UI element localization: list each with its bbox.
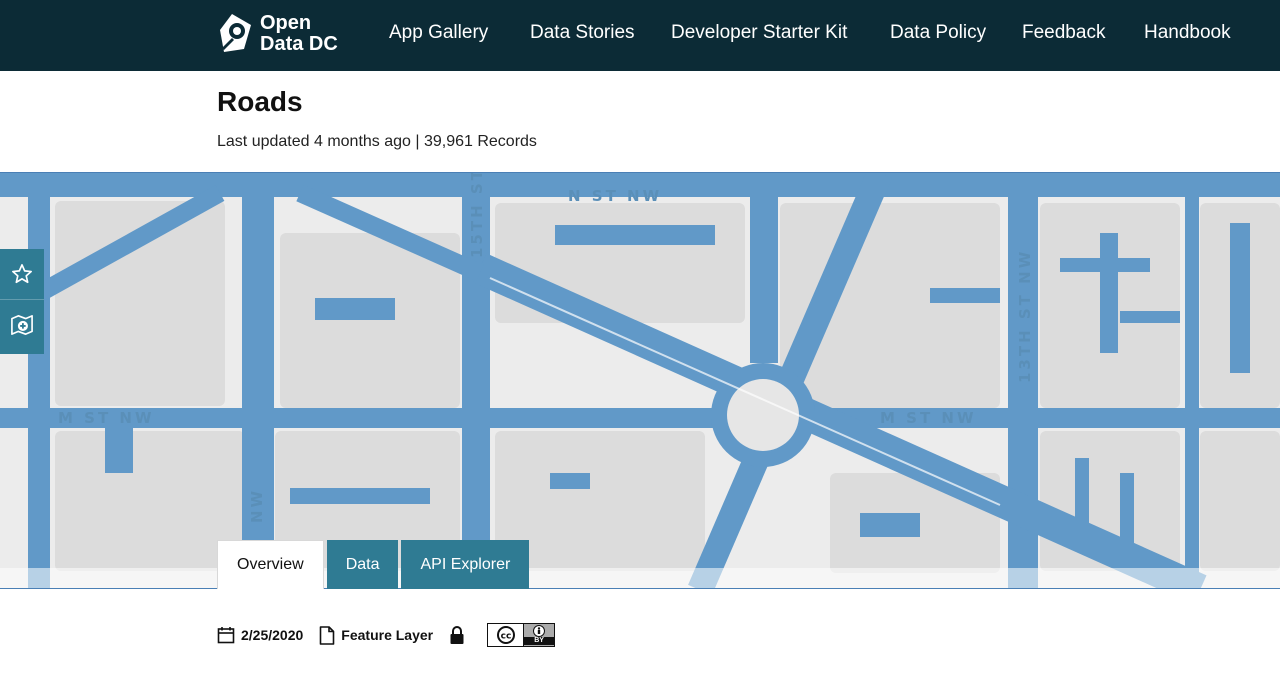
map-label-nw: NW [248, 488, 266, 523]
calendar-icon [217, 627, 235, 644]
cc-attribution: BY [524, 624, 555, 646]
favorite-button[interactable] [0, 249, 44, 299]
logo-text-line1: Open [260, 12, 312, 34]
open-data-dc-logo[interactable]: Open Data DC [218, 12, 338, 56]
map-bottom-fade [0, 568, 1280, 588]
nav-handbook[interactable]: Handbook [1144, 22, 1231, 44]
top-navigation: Open Data DC App Gallery Data Stories De… [0, 0, 1280, 71]
info-date-text: 2/25/2020 [241, 627, 304, 643]
road-map: N ST NW M ST NW M ST NW 15TH ST 13TH ST … [0, 173, 1280, 588]
tab-overview[interactable]: Overview [217, 540, 324, 589]
info-type: Feature Layer [319, 625, 434, 645]
nav-developer-starter-kit[interactable]: Developer Starter Kit [671, 22, 847, 44]
map-preview[interactable]: N ST NW M ST NW M ST NW 15TH ST 13TH ST … [0, 172, 1280, 589]
logo-text: Open Data DC [260, 13, 338, 55]
dataset-info-row: 2/25/2020 Feature Layer cc BY [217, 623, 556, 647]
cc-by-icon[interactable]: cc BY [487, 623, 556, 647]
info-date: 2/25/2020 [217, 626, 303, 644]
dataset-meta: Last updated 4 months ago | 39,961 Recor… [217, 133, 537, 150]
svg-text:cc: cc [500, 632, 511, 642]
nav-app-gallery[interactable]: App Gallery [389, 22, 488, 44]
document-icon [319, 625, 335, 645]
info-access [449, 625, 471, 645]
info-type-text: Feature Layer [341, 627, 434, 643]
tab-api-explorer[interactable]: API Explorer [401, 540, 530, 589]
tab-data[interactable]: Data [326, 540, 399, 589]
person-icon [533, 625, 546, 637]
map-label-m-st-right: M ST NW [880, 409, 977, 427]
map-label-15th-st: 15TH ST [468, 173, 486, 258]
page-title: Roads [217, 86, 303, 117]
map-label-m-st-left: M ST NW [58, 409, 155, 427]
add-to-map-button[interactable] [0, 299, 44, 349]
dataset-tabs: Overview Data API Explorer [217, 540, 532, 589]
open-data-dc-logo-icon [220, 14, 251, 52]
nav-data-policy[interactable]: Data Policy [890, 22, 986, 44]
star-icon [12, 264, 32, 284]
cc-by-label: BY [524, 637, 555, 645]
add-to-map-icon [11, 314, 33, 335]
nav-data-stories[interactable]: Data Stories [530, 22, 635, 44]
lock-icon [450, 626, 464, 644]
map-side-toolbar [0, 249, 44, 354]
map-label-n-st: N ST NW [568, 187, 662, 205]
map-label-13th-st: 13TH ST NW [1016, 249, 1034, 383]
nav-feedback[interactable]: Feedback [1022, 22, 1105, 44]
logo-text-line2: Data DC [260, 33, 338, 55]
cc-logo: cc [488, 624, 525, 646]
